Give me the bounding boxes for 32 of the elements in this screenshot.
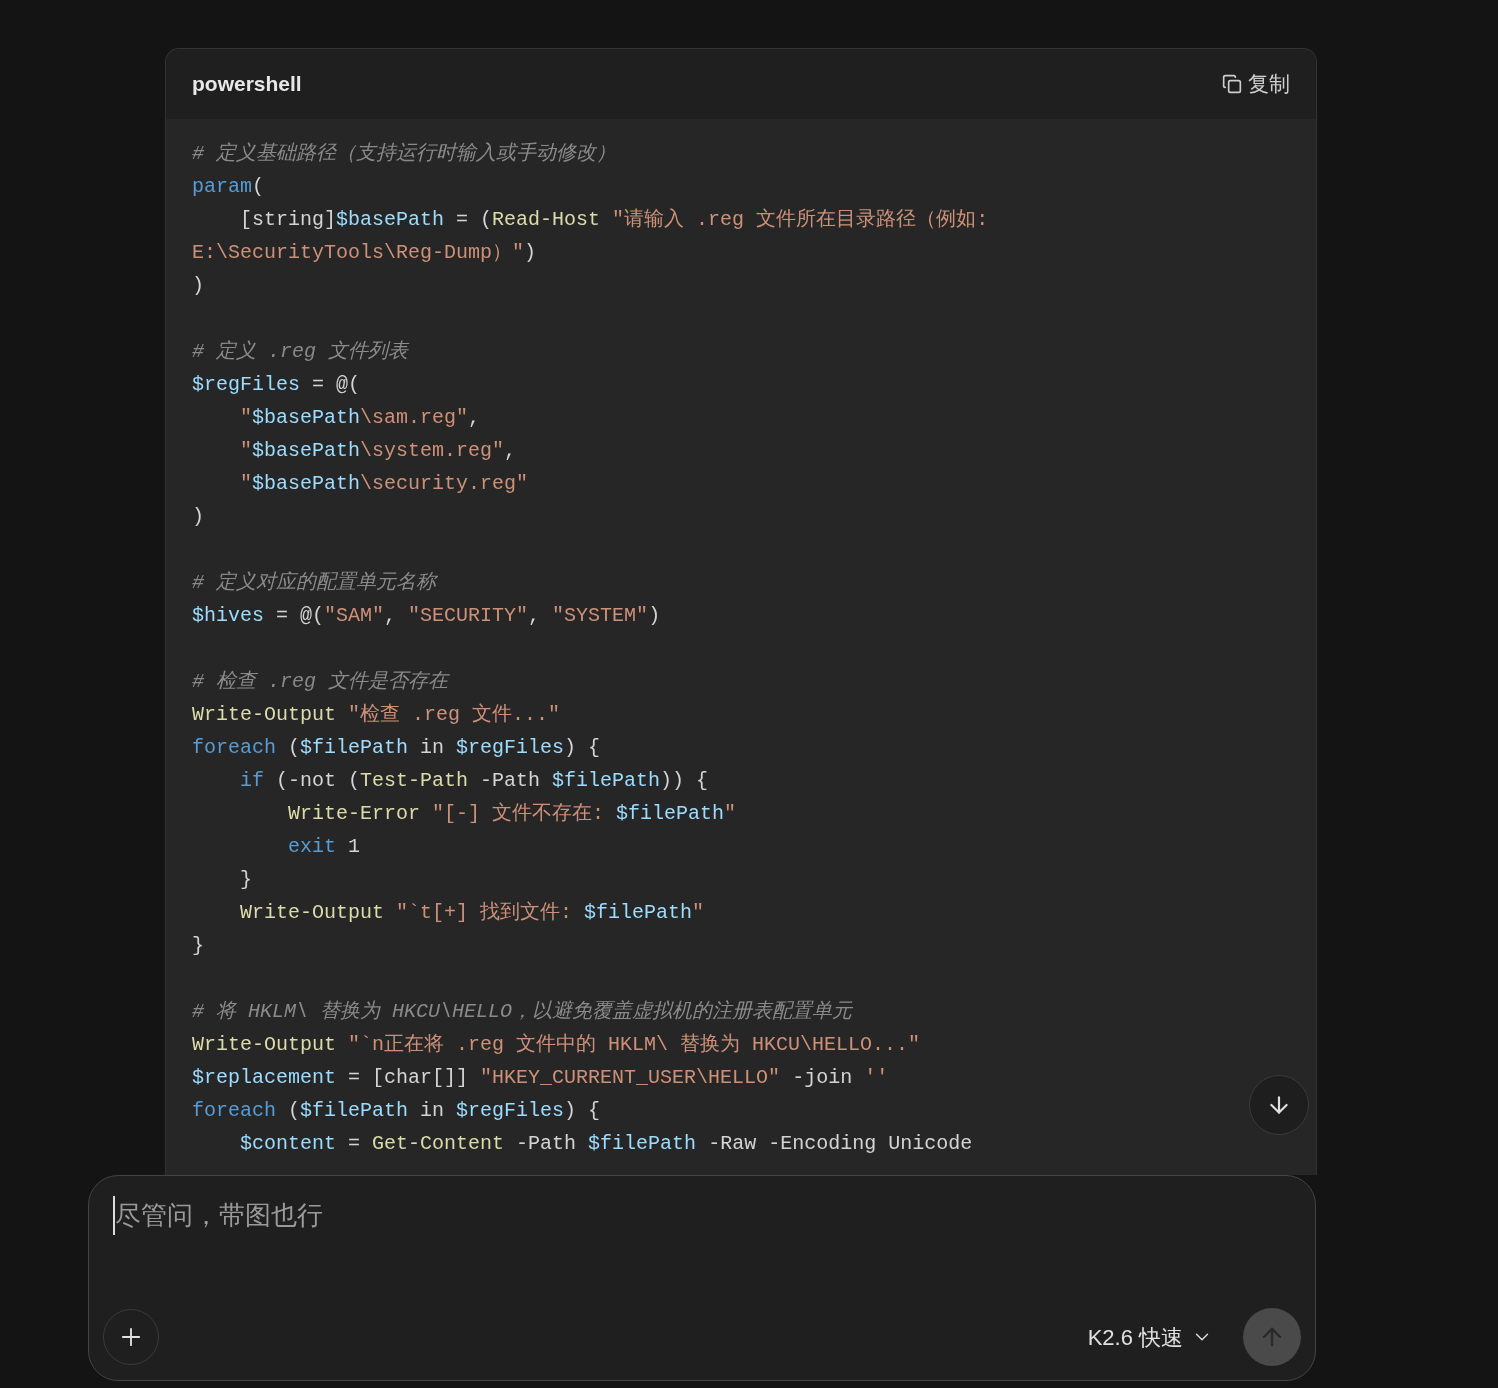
code-line: foreach ($filePath in $regFiles) { bbox=[192, 735, 601, 761]
copy-button[interactable]: 复制 bbox=[1222, 68, 1290, 100]
code-line: "$basePath\system.reg", bbox=[239, 438, 517, 464]
code-line: $regFiles = @( bbox=[192, 372, 361, 398]
code-line: Write-Output "`t[+] 找到文件: $filePath" bbox=[239, 900, 705, 926]
code-line: } bbox=[192, 933, 204, 959]
code-language: powershell bbox=[192, 71, 302, 98]
message-input[interactable]: 尽管问，带图也行 bbox=[113, 1196, 713, 1235]
code-line: E:\SecurityTools\Reg-Dump）") bbox=[192, 240, 537, 266]
code-line: param( bbox=[192, 174, 265, 200]
code-line: Write-Output "`n正在将 .reg 文件中的 HKLM\ 替换为 HKCU\HELLO..." bbox=[192, 1032, 921, 1058]
code-line: [string]$basePath = (Read-Host "请输入 .reg 文件所在目录路径（例如: bbox=[239, 207, 989, 233]
code-comment: # 检查 .reg 文件是否存在 bbox=[192, 669, 448, 695]
code-line: ) bbox=[192, 504, 204, 530]
code-comment: # 定义 .reg 文件列表 bbox=[192, 339, 408, 365]
code-line: } bbox=[239, 867, 252, 893]
copy-icon bbox=[1222, 74, 1242, 94]
code-line: $replacement = [char[]] "HKEY_CURRENT_USER\HELLO" -join '' bbox=[192, 1065, 889, 1091]
code-line: $content = Get-Content -Path $filePath -Raw -Encoding Unicode bbox=[239, 1131, 973, 1157]
code-line: if (-not (Test-Path -Path $filePath)) { bbox=[239, 768, 709, 794]
model-selector[interactable]: K2.6 快速 bbox=[1087, 1320, 1213, 1354]
code-line: Write-Error "[-] 文件不存在: $filePath" bbox=[287, 801, 737, 827]
code-comment: # 定义基础路径（支持运行时输入或手动修改） bbox=[192, 141, 616, 167]
code-line: $hives = @("SAM", "SECURITY", "SYSTEM") bbox=[192, 603, 661, 629]
code-line: ) bbox=[192, 273, 204, 299]
code-line: Write-Output "检查 .reg 文件..." bbox=[192, 702, 561, 728]
code-line: foreach ($filePath in $regFiles) { bbox=[192, 1098, 601, 1124]
code-comment: # 将 HKLM\ 替换为 HKCU\HELLO，以避免覆盖虚拟机的注册表配置单元 bbox=[192, 999, 853, 1025]
code-line: "$basePath\sam.reg", bbox=[239, 405, 481, 431]
code-line: exit 1 bbox=[287, 834, 361, 860]
code-line: "$basePath\security.reg" bbox=[239, 471, 529, 497]
code-comment: # 定义对应的配置单元名称 bbox=[192, 570, 436, 596]
